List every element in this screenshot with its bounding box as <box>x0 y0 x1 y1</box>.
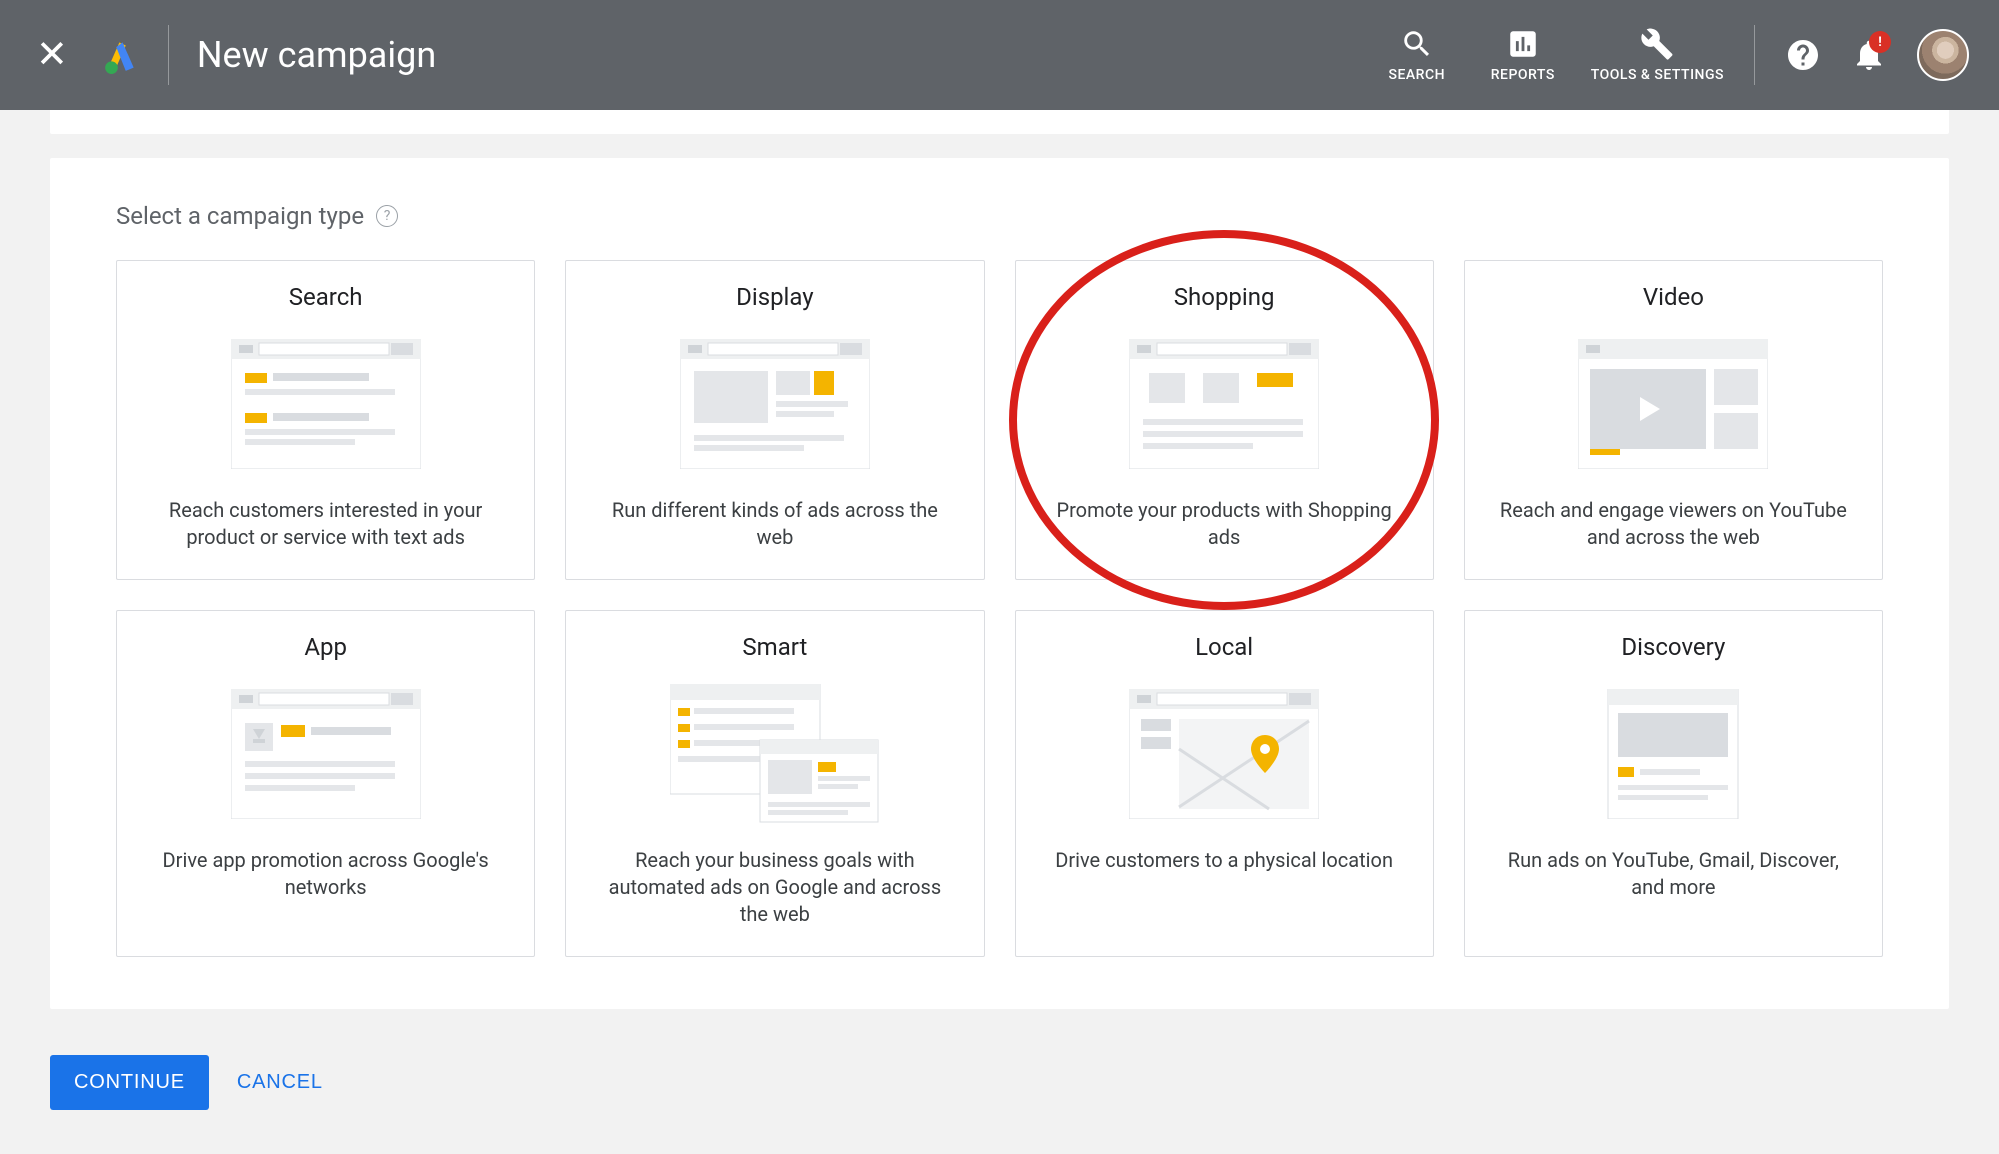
nav-reports-label: REPORTS <box>1491 67 1555 83</box>
notifications-button[interactable]: ! <box>1851 37 1887 73</box>
tile-title: Display <box>592 283 957 311</box>
tile-title: App <box>143 633 508 661</box>
help-button[interactable] <box>1785 37 1821 73</box>
tile-illustration <box>143 679 508 829</box>
tile-search[interactable]: Search Reach customers interes <box>116 260 535 580</box>
tile-illustration <box>592 679 957 829</box>
divider <box>1754 25 1755 85</box>
tile-title: Search <box>143 283 508 311</box>
wrench-icon <box>1640 27 1674 61</box>
page-title: New campaign <box>197 34 436 76</box>
tile-title: Video <box>1491 283 1856 311</box>
header-left: ✕ New campaign <box>30 25 436 85</box>
tile-illustration <box>592 329 957 479</box>
tile-illustration <box>1042 329 1407 479</box>
cancel-button[interactable]: CANCEL <box>237 1071 323 1094</box>
tile-smart[interactable]: Smart Re <box>565 610 984 957</box>
tile-desc: Run different kinds of ads across the we… <box>592 497 957 551</box>
tile-discovery[interactable]: Discovery Run ads on YouTube, Gmail, Dis… <box>1464 610 1883 957</box>
divider <box>168 25 169 85</box>
avatar[interactable] <box>1917 29 1969 81</box>
nav-search-label: SEARCH <box>1389 67 1446 83</box>
tile-desc: Reach your business goals with automated… <box>592 847 957 928</box>
tile-title: Local <box>1042 633 1407 661</box>
action-bar: CONTINUE CANCEL <box>50 1055 1949 1110</box>
tile-illustration <box>143 329 508 479</box>
tile-title: Shopping <box>1042 283 1407 311</box>
tile-desc: Reach and engage viewers on YouTube and … <box>1491 497 1856 551</box>
tile-display[interactable]: Display Run different kinds of <box>565 260 984 580</box>
tile-shopping[interactable]: Shopping Promote your products with Shop… <box>1015 260 1434 580</box>
nav-tools-label: TOOLS & SETTINGS <box>1591 67 1724 83</box>
section-label-text: Select a campaign type <box>116 202 364 230</box>
tile-desc: Promote your products with Shopping ads <box>1042 497 1407 551</box>
notification-badge: ! <box>1869 31 1891 53</box>
tile-desc: Drive customers to a physical location <box>1042 847 1407 874</box>
tile-illustration <box>1491 679 1856 829</box>
tile-video[interactable]: Video Reach and engage viewers on YouTub… <box>1464 260 1883 580</box>
tile-illustration <box>1491 329 1856 479</box>
app-header: ✕ New campaign SEARCH REPORTS TOOLS & SE… <box>0 0 1999 110</box>
tile-desc: Drive app promotion across Google's netw… <box>143 847 508 901</box>
continue-button[interactable]: CONTINUE <box>50 1055 209 1110</box>
campaign-type-grid: Search Reach customers interes <box>116 260 1883 957</box>
google-ads-logo-icon <box>102 36 140 74</box>
tile-desc: Reach customers interested in your produ… <box>143 497 508 551</box>
campaign-type-card: Select a campaign type ? Search <box>50 158 1949 1009</box>
tile-app[interactable]: App Drive app promo <box>116 610 535 957</box>
tile-local[interactable]: Local Drive customers to a phy <box>1015 610 1434 957</box>
help-tooltip-icon[interactable]: ? <box>376 205 398 227</box>
search-icon <box>1400 27 1434 61</box>
tile-title: Smart <box>592 633 957 661</box>
tile-desc: Run ads on YouTube, Gmail, Discover, and… <box>1491 847 1856 901</box>
section-label: Select a campaign type ? <box>116 202 1883 230</box>
nav-tools-settings[interactable]: TOOLS & SETTINGS <box>1591 27 1724 83</box>
tile-title: Discovery <box>1491 633 1856 661</box>
previous-card-sliver <box>50 110 1949 134</box>
help-icon <box>1785 37 1821 73</box>
nav-search[interactable]: SEARCH <box>1379 27 1455 83</box>
reports-icon <box>1506 27 1540 61</box>
close-icon[interactable]: ✕ <box>30 30 74 80</box>
header-right: SEARCH REPORTS TOOLS & SETTINGS ! <box>1379 25 1969 85</box>
nav-reports[interactable]: REPORTS <box>1485 27 1561 83</box>
tile-illustration <box>1042 679 1407 829</box>
